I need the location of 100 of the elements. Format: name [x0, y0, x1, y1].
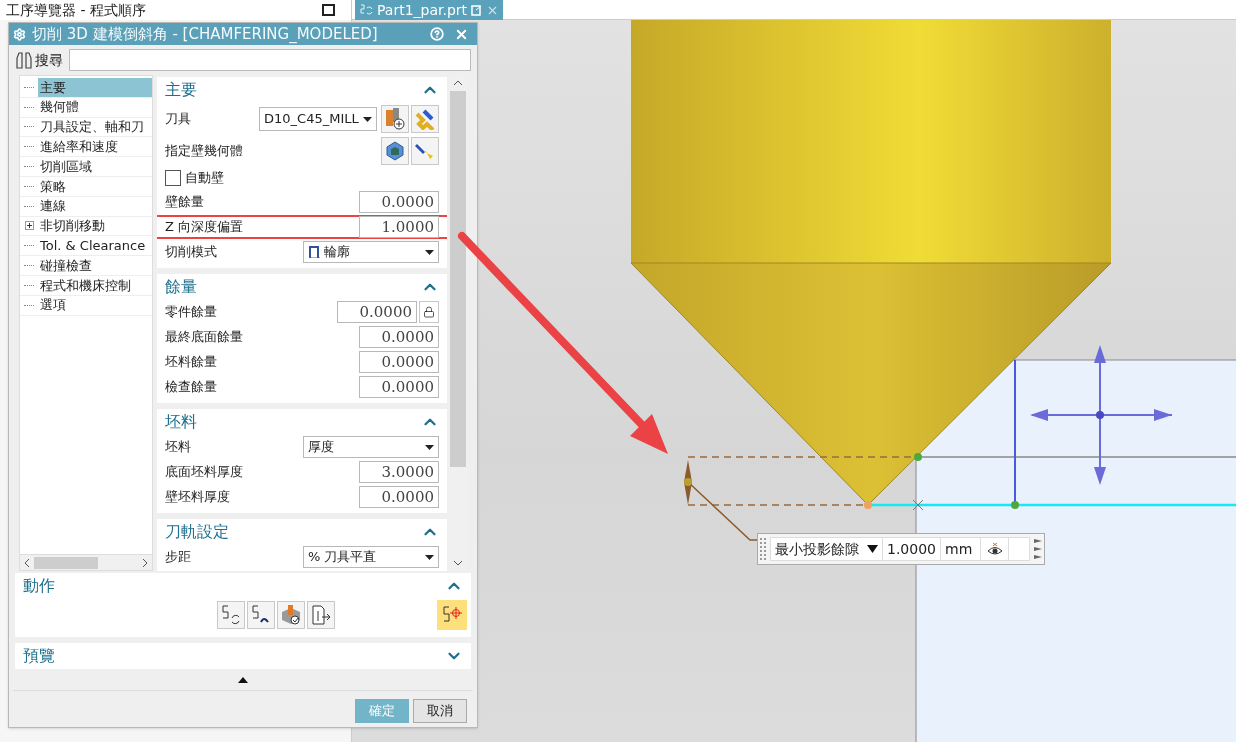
- profile-icon: [308, 246, 320, 258]
- eye-icon[interactable]: [986, 542, 1003, 556]
- field-label: 步距: [165, 548, 191, 567]
- caret-icon: [363, 116, 372, 122]
- dropdown-value: 厚度: [308, 438, 334, 457]
- maximize-icon[interactable]: [322, 4, 335, 16]
- flashlight-icon: [415, 141, 435, 161]
- grip-icon[interactable]: [760, 537, 766, 561]
- field-label: 刀具: [165, 110, 191, 129]
- field-label: 坯料: [165, 438, 191, 457]
- field-label: 自動壁: [185, 169, 224, 188]
- tool-stack-icon: [385, 108, 405, 130]
- dropdown-value: % 刀具平直: [308, 548, 377, 567]
- tree-item[interactable]: 切削區域: [38, 156, 152, 177]
- block-check-icon: [280, 604, 302, 626]
- tree-item[interactable]: 連線: [38, 196, 152, 216]
- scrollbar-thumb[interactable]: [34, 556, 98, 569]
- part-icon: [385, 141, 405, 161]
- field-label: Z 向深度偏置: [165, 218, 244, 237]
- sync-icon: [359, 3, 373, 17]
- dropdown[interactable]: % 刀具平直: [303, 546, 439, 568]
- help-icon[interactable]: [430, 27, 444, 41]
- number-field[interactable]: 0.0000: [337, 301, 417, 323]
- tree-item[interactable]: Tol. & Clearance: [38, 236, 152, 256]
- number-field[interactable]: 0.0000: [359, 326, 439, 348]
- collapse-arrow-icon[interactable]: [238, 676, 248, 683]
- caret-icon: [425, 444, 434, 450]
- tool-dropdown[interactable]: D10_C45_MILL: [259, 107, 377, 131]
- field-label: 底面坯料厚度: [165, 463, 243, 482]
- navigator-title: 工序導覽器 - 程式順序: [6, 0, 146, 20]
- search-label: 搜尋: [35, 50, 63, 70]
- field-label: 零件餘量: [165, 303, 217, 322]
- document-export-icon: [310, 604, 332, 626]
- section-title: 坯料: [165, 411, 197, 433]
- number-field[interactable]: 1.0000: [359, 216, 439, 238]
- caret-icon: [425, 249, 434, 255]
- value-field[interactable]: 1.0000: [883, 538, 941, 560]
- section-title: 預覽: [23, 645, 55, 667]
- tree-item[interactable]: 幾何體: [38, 97, 152, 117]
- verify-button[interactable]: [277, 601, 305, 629]
- expand-arrows-icon[interactable]: [1034, 538, 1042, 560]
- tree-item[interactable]: 碰撞檢查: [38, 255, 152, 276]
- tree-item[interactable]: 程式和機床控制: [38, 275, 152, 296]
- number-field[interactable]: 3.0000: [359, 461, 439, 483]
- tree-item[interactable]: 進給率和速度: [38, 137, 152, 157]
- caret-icon: [867, 545, 878, 553]
- tab-label: Part1_par.prt: [377, 0, 468, 20]
- caret-icon: [425, 554, 434, 560]
- display-geometry-button[interactable]: [411, 137, 439, 165]
- snap-point: [914, 453, 922, 461]
- number-field[interactable]: 0.0000: [359, 191, 439, 213]
- dialog-title: 切削 3D 建模倒斜角 - [CHAMFERING_MODELED]: [32, 23, 378, 45]
- select-geometry-button[interactable]: [381, 137, 409, 165]
- replay-button[interactable]: [247, 601, 275, 629]
- new-tool-button[interactable]: [381, 105, 409, 133]
- scrollbar-thumb[interactable]: [450, 91, 466, 467]
- tree-item[interactable]: 刀具設定、軸和刀: [38, 117, 152, 137]
- binoculars-icon: [15, 51, 33, 69]
- expand-icon[interactable]: [24, 221, 34, 231]
- dropdown[interactable]: 輪廓: [303, 241, 439, 263]
- tree-item[interactable]: 主要: [38, 77, 152, 98]
- dialog-button[interactable]: 取消: [413, 699, 467, 723]
- wrench-icon: [414, 108, 436, 130]
- display-button[interactable]: [437, 600, 467, 630]
- tree-item[interactable]: 策略: [38, 176, 152, 197]
- tree-item[interactable]: 非切削移動: [38, 216, 152, 236]
- field-label: 壁餘量: [165, 193, 204, 212]
- snap-point: [1011, 501, 1019, 509]
- generate-button[interactable]: [217, 601, 245, 629]
- section-title: 刀軌設定: [165, 521, 229, 543]
- field-label: 切削模式: [165, 243, 217, 262]
- field-label: 壁坯料厚度: [165, 488, 230, 507]
- section-title: 主要: [165, 79, 197, 101]
- zigzag-refresh-icon: [220, 604, 242, 626]
- field-label: 指定壁幾何體: [165, 142, 243, 161]
- lock-icon: [423, 306, 435, 318]
- unit-label: mm: [941, 538, 981, 560]
- pin-icon[interactable]: [471, 4, 483, 16]
- number-field[interactable]: 0.0000: [359, 486, 439, 508]
- snap-point: [864, 501, 872, 509]
- measure-type-dropdown[interactable]: 最小投影餘隙: [771, 538, 883, 560]
- search-field[interactable]: [69, 49, 471, 71]
- tree-item[interactable]: 選項: [38, 295, 152, 315]
- dropdown-value: 輪廓: [324, 243, 350, 262]
- cross-marker-icon: [912, 499, 924, 511]
- number-field[interactable]: 0.0000: [359, 376, 439, 398]
- handle-point[interactable]: [684, 478, 692, 486]
- section-title: 動作: [23, 575, 55, 597]
- field-label: 檢查餘量: [165, 378, 217, 397]
- edit-tool-button[interactable]: [411, 105, 439, 133]
- lock-button[interactable]: [419, 301, 439, 323]
- section-title: 餘量: [165, 276, 197, 298]
- field-label: 最終底面餘量: [165, 328, 243, 347]
- list-button[interactable]: [307, 601, 335, 629]
- move-handle-icon[interactable]: [1030, 345, 1173, 485]
- dropdown[interactable]: 厚度: [303, 436, 439, 458]
- checkbox[interactable]: [165, 170, 181, 186]
- field-label: 坯料餘量: [165, 353, 217, 372]
- number-field[interactable]: 0.0000: [359, 351, 439, 373]
- settings-icon[interactable]: [13, 27, 26, 41]
